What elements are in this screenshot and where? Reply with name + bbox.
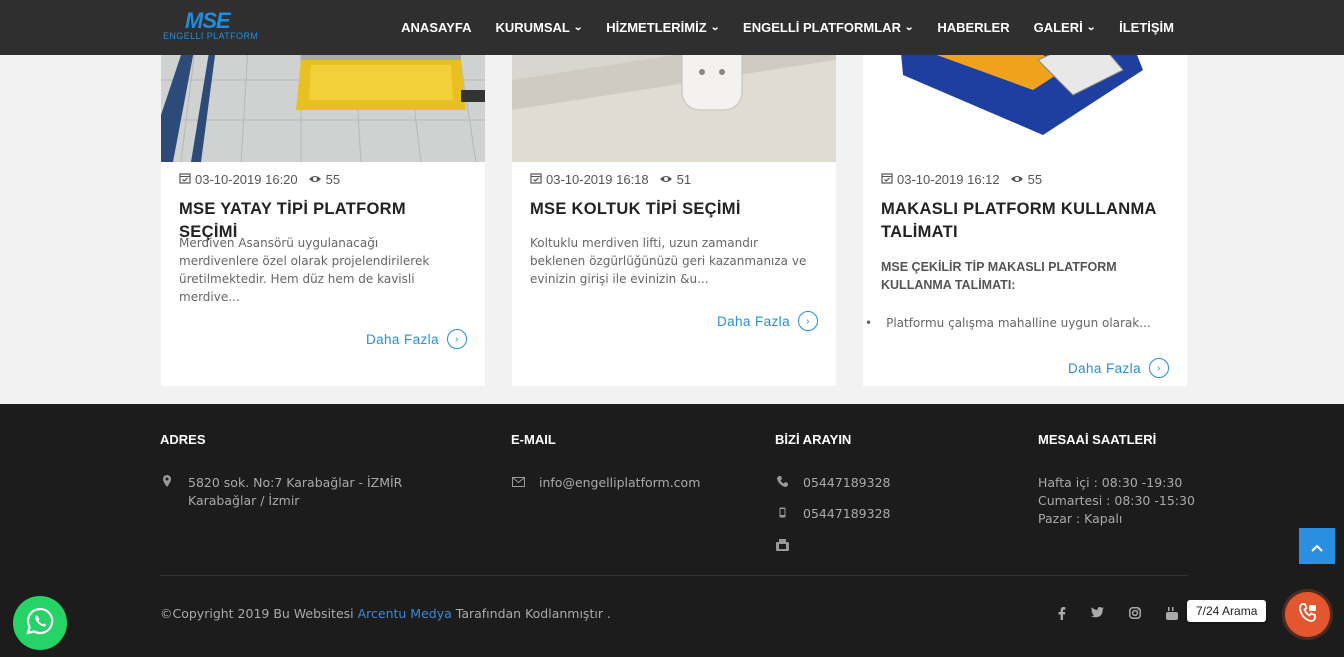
- card-date: 03-10-2019 16:12: [897, 172, 1000, 187]
- facebook-icon[interactable]: [1058, 607, 1066, 624]
- chevron-down-icon: ⌄: [709, 22, 720, 33]
- address-line-2: Karabağlar / İzmir: [188, 493, 300, 508]
- email-row: info@engelliplatform.com: [511, 474, 700, 492]
- chevron-right-icon: ›: [447, 329, 467, 349]
- chevron-right-icon: ›: [798, 311, 818, 331]
- phone-heading: BİZİ ARAYIN: [775, 432, 852, 447]
- copyright-prefix: ©Copyright 2019 Bu Websitesi: [160, 606, 358, 621]
- fax-row: [775, 538, 789, 556]
- eye-icon: [1010, 173, 1024, 187]
- nav-galeri[interactable]: GALERİ ⌄: [1034, 20, 1096, 35]
- chevron-up-icon: [1311, 537, 1323, 556]
- card-bold-description: MSE ÇEKİLİR TİP MAKASLI PLATFORM KULLANM…: [881, 260, 1117, 292]
- chevron-right-icon: ›: [1149, 358, 1169, 378]
- scroll-to-top-button[interactable]: [1299, 528, 1335, 564]
- card-views: 55: [325, 172, 341, 187]
- nav-iletisim[interactable]: İLETİŞİM: [1119, 20, 1174, 35]
- envelope-icon: [511, 474, 525, 492]
- nav-haberler[interactable]: HABERLER: [937, 20, 1009, 35]
- read-more-link[interactable]: Daha Fazla ›: [366, 329, 467, 349]
- call-button[interactable]: [1285, 592, 1330, 637]
- hours-sunday: Pazar : Kapalı: [1038, 511, 1123, 526]
- social-links: [1058, 607, 1178, 624]
- mobile-row: 05447189328: [775, 505, 890, 523]
- footer-divider: [160, 575, 1188, 576]
- youtube-icon[interactable]: [1166, 607, 1178, 624]
- read-more-link[interactable]: Daha Fazla ›: [1068, 358, 1169, 378]
- card-meta: 03-10-2019 16:18 51: [530, 172, 691, 187]
- whatsapp-button[interactable]: [13, 596, 67, 650]
- map-marker-icon: [160, 474, 174, 510]
- news-card-3: 03-10-2019 16:12 55 MAKASLI PLATFORM KUL…: [863, 0, 1187, 386]
- nav-hizmetlerimiz[interactable]: HİZMETLERİMİZ ⌄: [606, 20, 720, 35]
- call-tooltip: 7/24 Arama: [1187, 600, 1267, 622]
- chevron-down-icon: ⌄: [904, 22, 915, 33]
- agency-link[interactable]: Arcentu Medya: [358, 606, 452, 621]
- whatsapp-icon: [26, 607, 54, 639]
- card-title[interactable]: MSE KOLTUK TİPİ SEÇİMİ: [530, 198, 820, 221]
- email-heading: E-MAIL: [511, 432, 556, 447]
- chevron-down-icon: ⌄: [573, 22, 584, 33]
- address-line-1: 5820 sok. No:7 Karabağlar - İZMİR: [188, 475, 403, 490]
- card-meta: 03-10-2019 16:20 55: [179, 172, 340, 187]
- mobile-number[interactable]: 05447189328: [803, 505, 890, 523]
- nav-engelli-platformlar[interactable]: ENGELLİ PLATFORMLAR ⌄: [743, 20, 915, 35]
- hours-saturday: Cumartesi : 08:30 -15:30: [1038, 493, 1195, 508]
- card-meta: 03-10-2019 16:12 55: [881, 172, 1042, 187]
- card-views: 55: [1027, 172, 1043, 187]
- card-description: Koltuklu merdiven lifti, uzun zamandır b…: [530, 236, 807, 286]
- hours-weekday: Hafta içi : 08:30 -19:30: [1038, 475, 1183, 490]
- eye-icon: [659, 173, 673, 187]
- bullet-text: Platformu çalışma mahalline uygun olarak…: [886, 316, 1151, 330]
- instagram-icon[interactable]: [1129, 607, 1141, 624]
- read-more-label: Daha Fazla: [716, 313, 790, 329]
- read-more-label: Daha Fazla: [365, 331, 439, 347]
- card-description: Merdiven Asansörü uygulanacağı merdivenl…: [179, 236, 430, 304]
- read-more-link[interactable]: Daha Fazla ›: [717, 311, 818, 331]
- calendar-check-icon: [881, 172, 893, 187]
- main-nav: ANASAYFA KURUMSAL ⌄ HİZMETLERİMİZ ⌄ ENGELL…: [401, 0, 1174, 55]
- eye-icon: [308, 173, 322, 187]
- address-block: 5820 sok. No:7 Karabağlar - İZMİR Karaba…: [160, 474, 402, 510]
- card-date: 03-10-2019 16:18: [546, 172, 649, 187]
- copyright-text: ©Copyright 2019 Bu Websitesi Arcentu Med…: [160, 606, 611, 621]
- news-card-1: 03-10-2019 16:20 55 MSE YATAY TİPİ PLATF…: [161, 0, 485, 386]
- twitter-icon[interactable]: [1091, 607, 1104, 624]
- logo-subtitle: ENGELLI PLATFORM: [163, 31, 259, 41]
- calendar-check-icon: [179, 172, 191, 187]
- card-date: 03-10-2019 16:20: [195, 172, 298, 187]
- card-bullet-item: • Platformu çalışma mahalline uygun olar…: [863, 316, 1163, 330]
- read-more-label: Daha Fazla: [1067, 360, 1141, 376]
- bullet-dot: •: [865, 316, 873, 330]
- hours-heading: MESAAİ SAATLERİ: [1038, 432, 1157, 447]
- card-views: 51: [676, 172, 692, 187]
- chevron-down-icon: ⌄: [1085, 22, 1096, 33]
- nav-kurumsal[interactable]: KURUMSAL ⌄: [495, 20, 584, 35]
- site-logo[interactable]: MSE ENGELLI PLATFORM: [163, 10, 273, 44]
- calendar-check-icon: [530, 172, 542, 187]
- phone-number[interactable]: 05447189328: [803, 474, 890, 492]
- phone-icon: [1297, 602, 1319, 628]
- phone-row: 05447189328: [775, 474, 890, 492]
- hours-block: Hafta içi : 08:30 -19:30 Cumartesi : 08:…: [1038, 474, 1195, 528]
- news-card-2: 03-10-2019 16:18 51 MSE KOLTUK TİPİ SEÇİ…: [512, 0, 836, 386]
- fax-icon: [775, 538, 789, 556]
- nav-anasayfa[interactable]: ANASAYFA: [401, 20, 471, 35]
- mobile-icon: [775, 505, 789, 523]
- phone-icon: [775, 474, 789, 492]
- address-heading: ADRES: [160, 432, 206, 447]
- site-footer: ADRES 5820 sok. No:7 Karabağlar - İZMİR …: [0, 404, 1344, 657]
- copyright-suffix: Tarafından Kodlanmıştır .: [451, 606, 611, 621]
- email-link[interactable]: info@engelliplatform.com: [539, 474, 700, 492]
- card-title[interactable]: MAKASLI PLATFORM KULLANMA TALİMATI: [881, 198, 1171, 244]
- top-navbar: MSE ENGELLI PLATFORM ANASAYFA KURUMSAL ⌄ …: [0, 0, 1344, 55]
- logo-mark: MSE: [185, 8, 231, 33]
